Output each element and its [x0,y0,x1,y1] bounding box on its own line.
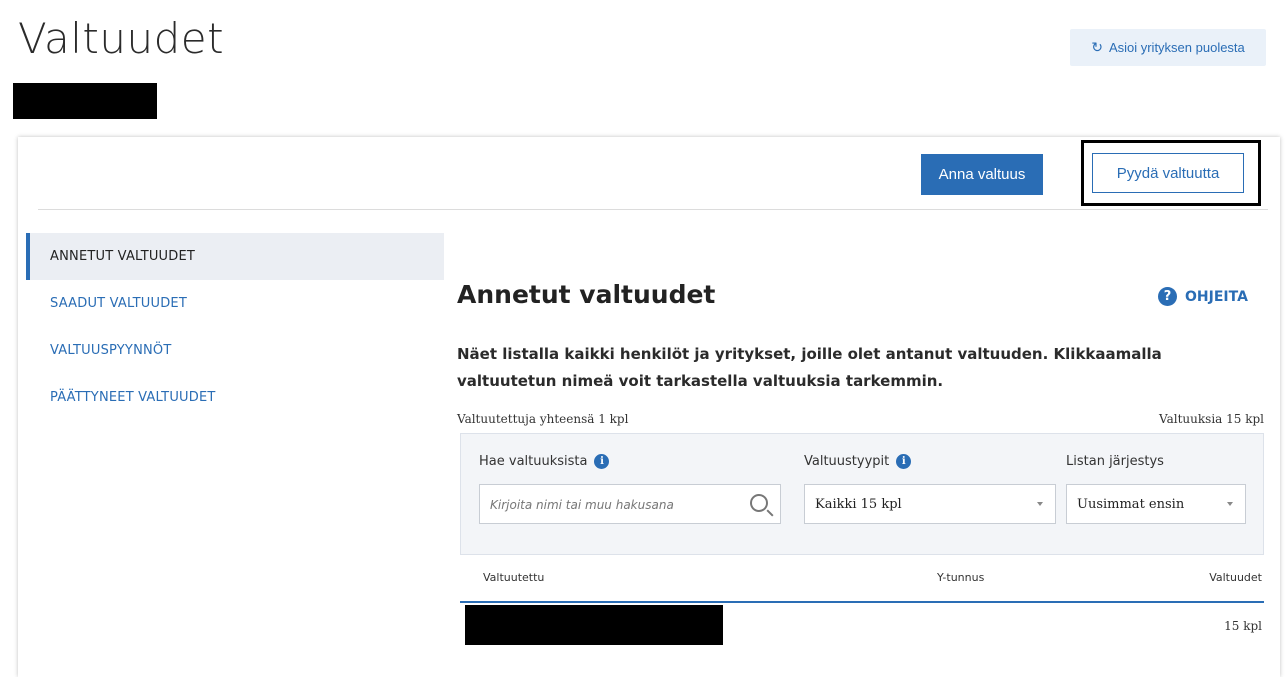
help-label: OHJEITA [1185,288,1248,305]
refresh-icon: ↻ [1091,39,1103,55]
search-label: Hae valtuuksista [479,454,588,469]
order-select[interactable]: Uusimmat ensin [1066,484,1246,524]
act-on-behalf-button[interactable]: ↻ Asioi yrityksen puolesta [1070,29,1266,66]
side-nav: ANNETUT VALTUUDET SAADUT VALTUUDET VALTU… [26,233,444,421]
section-title: Annetut valtuudet [457,280,716,309]
give-authorization-button[interactable]: Anna valtuus [921,154,1043,195]
search-field [479,484,781,525]
chevron-down-icon [1037,502,1043,506]
type-label-wrap: Valtuustyypit i [804,454,912,469]
main-panel: Anna valtuus Pyydä valtuutta ANNETUT VAL… [18,137,1280,677]
order-label: Listan järjestys [1066,454,1164,469]
table-header: Valtuutettu Y-tunnus Valtuudet [460,554,1264,603]
question-icon: ? [1158,287,1177,306]
section-description: Näet listalla kaikki henkilöt ja yrityks… [457,345,1162,390]
column-header-authorizations[interactable]: Valtuudet [1209,571,1262,584]
request-authorization-button[interactable]: Pyydä valtuutta [1092,153,1244,193]
info-icon[interactable]: i [594,454,610,469]
info-icon[interactable]: i [896,454,912,469]
type-label: Valtuustyypit [804,454,890,469]
help-link[interactable]: ? OHJEITA [1158,287,1248,306]
authorizations-count: Valtuuksia 15 kpl [1159,412,1264,426]
type-select-value: Kaikki 15 kpl [815,496,902,512]
table-row[interactable]: 15 kpl [460,603,1264,649]
sidebar-item-ended[interactable]: PÄÄTTYNEET VALTUUDET [26,374,444,421]
order-label-wrap: Listan järjestys [1066,454,1164,469]
authorizations-cell: 15 kpl [1224,619,1262,633]
type-select[interactable]: Kaikki 15 kpl [804,484,1056,524]
column-header-business-id[interactable]: Y-tunnus [937,571,984,584]
highlight-frame: Pyydä valtuutta [1081,140,1261,206]
sidebar-item-given[interactable]: ANNETUT VALTUUDET [26,233,444,280]
redacted-user-name [13,83,157,119]
search-icon[interactable] [750,494,768,512]
page-title: Valtuudet [18,14,225,63]
redacted-authorized-name [465,605,723,645]
sidebar-item-received[interactable]: SAADUT VALTUUDET [26,280,444,327]
search-label-wrap: Hae valtuuksista i [479,454,610,469]
authorized-count: Valtuutettuja yhteensä 1 kpl [457,412,629,426]
toolbar-divider [38,209,1268,210]
column-header-authorized[interactable]: Valtuutettu [483,571,544,584]
search-input[interactable] [480,485,752,525]
filter-box: Hae valtuuksista i Valtuustyypit i Kaikk… [460,433,1264,555]
order-select-value: Uusimmat ensin [1077,496,1185,512]
act-on-behalf-label: Asioi yrityksen puolesta [1108,40,1245,55]
sidebar-item-requests[interactable]: VALTUUSPYYNNÖT [26,327,444,374]
chevron-down-icon [1227,502,1233,506]
